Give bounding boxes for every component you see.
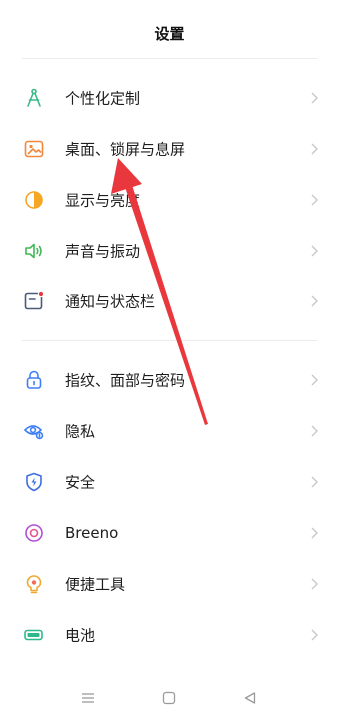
- breeno-icon: [23, 522, 45, 544]
- settings-item-label: 通知与状态栏: [65, 292, 156, 311]
- settings-item-privacy[interactable]: 隐私: [0, 406, 339, 456]
- security-shield-icon: [23, 471, 45, 493]
- battery-icon: [23, 624, 45, 646]
- settings-item-display-brightness[interactable]: 显示与亮度: [0, 175, 339, 225]
- settings-item-label: Breeno: [65, 524, 119, 542]
- settings-item-desktop-lockscreen[interactable]: 桌面、锁屏与息屏: [0, 124, 339, 174]
- lock-icon: [23, 369, 45, 391]
- settings-item-fingerprint-face-password[interactable]: 指纹、面部与密码: [0, 355, 339, 405]
- settings-item-label: 便捷工具: [65, 575, 126, 594]
- back-icon[interactable]: [238, 686, 262, 710]
- page-title: 设置: [154, 24, 185, 43]
- settings-item-security[interactable]: 安全: [0, 457, 339, 507]
- settings-item-label: 安全: [65, 473, 96, 492]
- chevron-right-icon: [311, 143, 318, 155]
- settings-item-battery[interactable]: 电池: [0, 610, 339, 660]
- settings-item-convenience-tools[interactable]: 便捷工具: [0, 559, 339, 609]
- header-divider: [22, 58, 317, 59]
- chevron-right-icon: [311, 476, 318, 488]
- settings-item-notifications[interactable]: 通知与状态栏: [0, 276, 339, 326]
- settings-item-breeno[interactable]: Breeno: [0, 508, 339, 558]
- system-navigation-bar: [0, 676, 339, 720]
- settings-item-label: 个性化定制: [65, 89, 141, 108]
- settings-item-label: 桌面、锁屏与息屏: [65, 140, 186, 159]
- brightness-icon: [23, 189, 45, 211]
- wallpaper-icon: [23, 138, 45, 160]
- settings-item-label: 指纹、面部与密码: [65, 371, 186, 390]
- sound-vibration-icon: [23, 240, 45, 262]
- notification-icon: [23, 290, 45, 312]
- settings-item-label: 隐私: [65, 422, 96, 441]
- home-icon[interactable]: [157, 686, 181, 710]
- group-divider: [22, 340, 317, 341]
- chevron-right-icon: [311, 578, 318, 590]
- menu-icon[interactable]: [76, 686, 100, 710]
- settings-item-label: 显示与亮度: [65, 191, 141, 210]
- privacy-eye-icon: [23, 420, 45, 442]
- chevron-right-icon: [311, 629, 318, 641]
- chevron-right-icon: [311, 194, 318, 206]
- chevron-right-icon: [311, 92, 318, 104]
- chevron-right-icon: [311, 425, 318, 437]
- convenience-tools-icon: [23, 573, 45, 595]
- personalization-compass-icon: [23, 87, 45, 109]
- settings-item-personalization[interactable]: 个性化定制: [0, 73, 339, 123]
- chevron-right-icon: [311, 527, 318, 539]
- settings-item-sound-vibration[interactable]: 声音与振动: [0, 226, 339, 276]
- header-bar: 设置: [0, 0, 339, 66]
- settings-item-label: 声音与振动: [65, 242, 141, 261]
- chevron-right-icon: [311, 374, 318, 386]
- chevron-right-icon: [311, 245, 318, 257]
- settings-item-label: 电池: [65, 626, 96, 645]
- chevron-right-icon: [311, 295, 318, 307]
